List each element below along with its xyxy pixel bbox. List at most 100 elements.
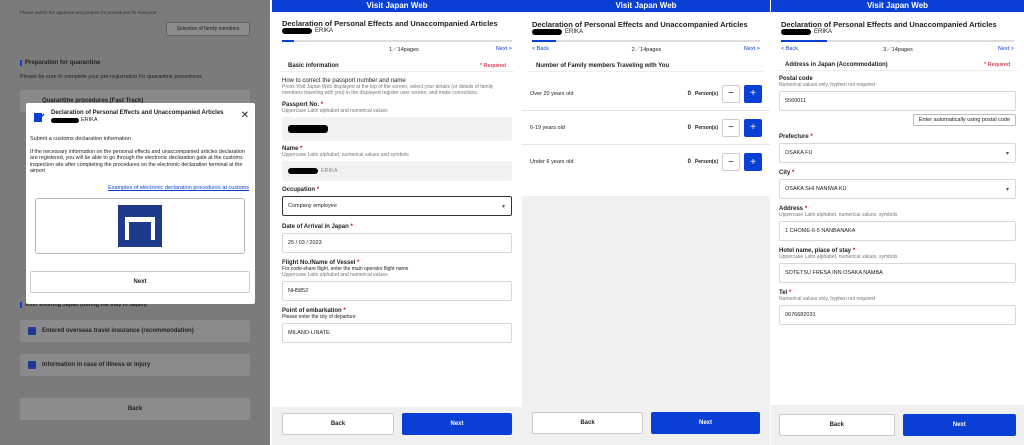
family-row-under-6: Under 6 years old 0 Person(s) − +	[522, 145, 770, 179]
applicant-name: ERIKA	[522, 29, 770, 35]
embark-field[interactable]: MILANO-LINATE	[282, 323, 512, 343]
back-button[interactable]: Back	[20, 398, 250, 420]
flight-field[interactable]: NH5852	[282, 281, 512, 301]
app-header[interactable]: Visit Japan Web	[272, 0, 522, 12]
hotel-field[interactable]: SOTETSU FRESA INN OSAKA NAMBA	[779, 263, 1016, 283]
app-header[interactable]: Visit Japan Web	[522, 0, 770, 12]
top-note: Please switch the applicant and prepare …	[20, 10, 157, 15]
section-header: Basic information * Required	[280, 60, 514, 72]
redacted-surname	[282, 28, 312, 34]
next-link[interactable]: Next >	[744, 46, 760, 52]
customs-examples-link[interactable]: Examples of electronic declaration proce…	[108, 185, 249, 191]
chevron-down-icon: ▾	[1005, 151, 1009, 157]
applicant-name: ERIKA	[272, 28, 522, 34]
back-button[interactable]: Back	[779, 414, 895, 436]
plus-button[interactable]: +	[744, 118, 762, 137]
city-select[interactable]: OSAKA SHI NANIWA KU ▾	[779, 179, 1016, 199]
insurance-card[interactable]: Entered overseas travel insurance (recom…	[20, 320, 250, 342]
section-header: Address in Japan (Accommodation) * Requir…	[777, 59, 1018, 71]
occupation-label: Occupation *	[282, 187, 320, 193]
address-panel: Visit Japan Web Declaration of Personal …	[771, 0, 1024, 445]
progress-fill	[781, 40, 827, 42]
address-field[interactable]: 1 CHOME-6-5 NANBANAKA	[779, 221, 1016, 241]
redacted-surname	[51, 117, 79, 123]
back-button[interactable]: Back	[282, 413, 394, 435]
illness-card[interactable]: Information in case of illness or injury	[20, 354, 250, 376]
progress-bar	[781, 40, 1014, 42]
modal-submit-text: Submit a customs declaration information	[30, 136, 131, 142]
next-button[interactable]: Next	[402, 413, 512, 435]
postal-field[interactable]: 5560011	[779, 91, 1016, 111]
family-selection-button[interactable]: Selection of family members	[166, 22, 250, 36]
progress-bar	[282, 40, 512, 42]
name-hint: Uppercase Latin alphabet, numerical valu…	[282, 152, 409, 158]
postal-hint: Numerical values only, hyphen not requir…	[779, 82, 875, 88]
prefecture-label: Prefecture *	[779, 134, 813, 140]
how-to-correct-desc: Press Visit Japan Web displayed at the t…	[282, 84, 494, 96]
insurance-icon	[28, 327, 36, 335]
occupation-select[interactable]: Company employee ▾	[282, 196, 512, 216]
modal-name: ERIKA	[51, 117, 98, 123]
back-link[interactable]: < Back	[532, 46, 549, 52]
minus-button[interactable]: −	[722, 153, 740, 171]
doc-title: Declaration of Personal Effects and Unac…	[781, 20, 997, 29]
embark-hint: Please enter the city of departure	[282, 314, 356, 320]
redacted-surname	[288, 168, 318, 174]
chevron-down-icon: ▾	[1005, 187, 1009, 193]
arrival-date-field[interactable]: 25 / 03 / 2023	[282, 233, 512, 253]
plus-button[interactable]: +	[744, 84, 762, 103]
quarantine-desc: Please be sure to complete your pre-regi…	[20, 74, 202, 80]
app-header[interactable]: Visit Japan Web	[771, 0, 1024, 12]
next-link[interactable]: Next >	[998, 46, 1014, 52]
declaration-modal: Declaration of Personal Effects and Unac…	[26, 103, 255, 304]
minus-button[interactable]: −	[722, 118, 740, 137]
medical-icon	[28, 361, 36, 369]
home-panel: Please switch the applicant and prepare …	[0, 0, 270, 445]
modal-title: Declaration of Personal Effects and Unac…	[51, 110, 224, 116]
page-indicator: 1／14pages	[389, 47, 419, 53]
arrival-label: Date of Arrival in Japan *	[282, 224, 353, 230]
redacted-surname	[781, 29, 811, 35]
prefecture-select[interactable]: OSAKA FU ▾	[779, 143, 1016, 163]
family-row-over-20: Over 20 years old 0 Person(s) − +	[522, 77, 770, 111]
passport-hint: Uppercase Latin alphabet and numerical v…	[282, 108, 388, 114]
plus-button[interactable]: +	[744, 153, 762, 171]
family-row-6-19: 6-19 years old 0 Person(s) − +	[522, 111, 770, 145]
redacted-passport	[288, 125, 328, 133]
tel-field[interactable]: 0676682031	[779, 305, 1016, 325]
doc-title: Declaration of Personal Effects and Unac…	[532, 20, 748, 29]
flight-hint2: Uppercase Latin alphabet and numerical v…	[282, 272, 388, 278]
city-label: City *	[779, 170, 795, 176]
modal-body: If the necessary information on the pers…	[30, 149, 245, 174]
postal-autofill-button[interactable]: Enter automatically using postal code	[912, 114, 1016, 126]
family-members-panel: Visit Japan Web Declaration of Personal …	[522, 0, 770, 445]
progress-fill	[282, 40, 294, 42]
back-link[interactable]: < Back	[781, 46, 798, 52]
next-link[interactable]: Next >	[496, 46, 512, 52]
passport-field	[282, 117, 512, 141]
page-indicator: 3／14pages	[883, 47, 913, 53]
name-field: ERIKA	[282, 161, 512, 181]
applicant-name: ERIKA	[771, 29, 1024, 35]
progress-bar	[532, 40, 760, 42]
section-header: Number of Family members Traveling with …	[528, 60, 764, 72]
progress-fill	[532, 40, 556, 42]
next-button[interactable]: Next	[902, 414, 1016, 436]
doc-title: Declaration of Personal Effects and Unac…	[282, 19, 498, 28]
basic-info-panel: Visit Japan Web Declaration of Personal …	[272, 0, 522, 445]
close-icon[interactable]: ✕	[241, 111, 249, 121]
modal-next-button[interactable]: Next	[30, 271, 250, 293]
page-indicator: 2／14pages	[631, 47, 662, 53]
gate-illustration	[35, 198, 245, 254]
redacted-surname	[532, 29, 562, 35]
gate-icon	[118, 205, 162, 247]
address-hint: Uppercase Latin alphabet, numerical valu…	[779, 212, 898, 218]
tel-hint: Numerical values only, hyphen not requir…	[779, 296, 875, 302]
chevron-down-icon: ▾	[501, 204, 505, 210]
minus-button[interactable]: −	[722, 84, 740, 103]
quarantine-heading: Preparation for quarantine	[20, 60, 100, 66]
hotel-hint: Uppercase Latin alphabet, numerical valu…	[779, 254, 898, 260]
declaration-icon	[32, 110, 46, 124]
next-button[interactable]: Next	[651, 412, 760, 434]
back-button[interactable]: Back	[532, 412, 643, 434]
